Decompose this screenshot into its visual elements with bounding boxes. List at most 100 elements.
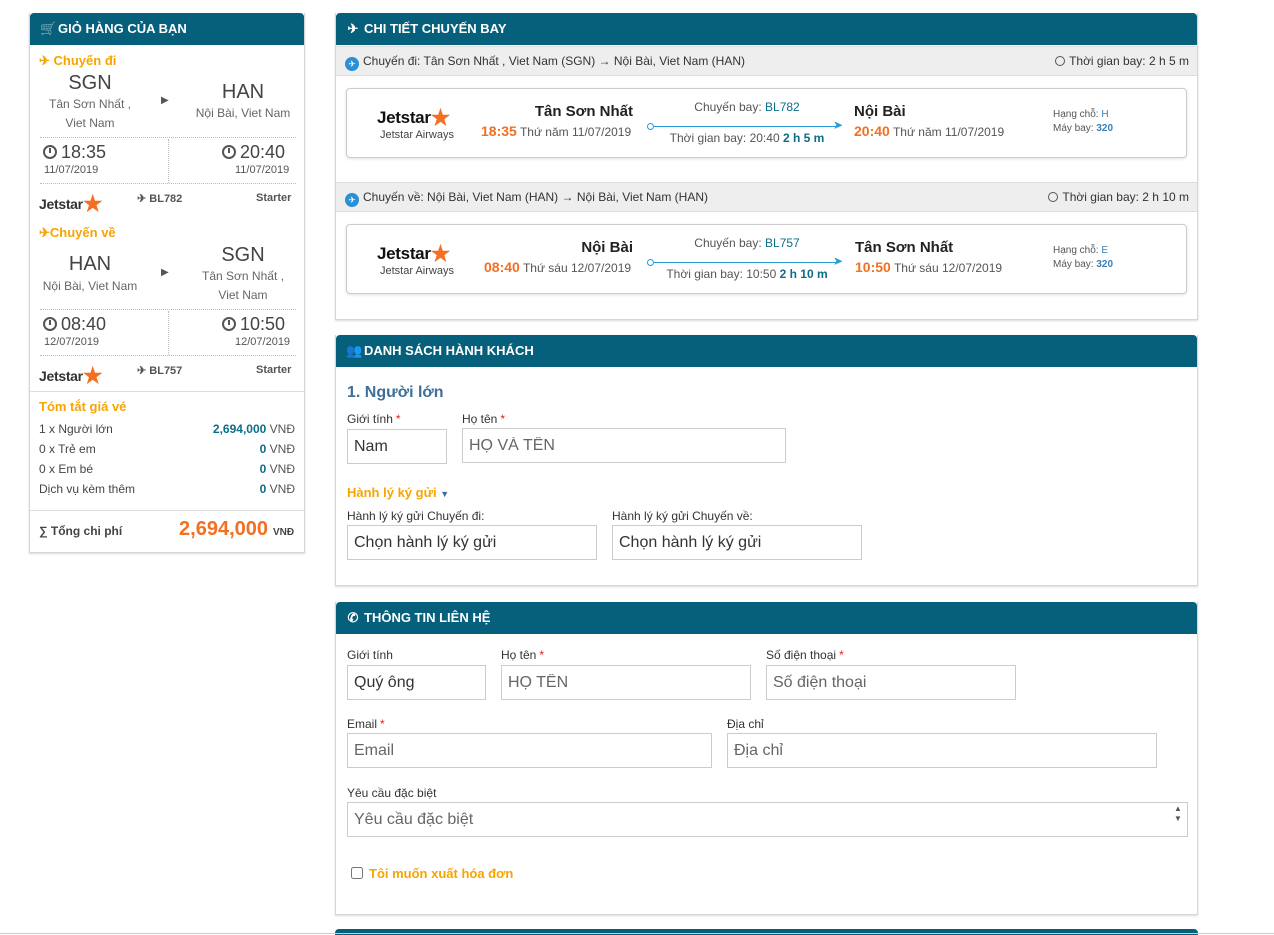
next-panel-header	[335, 929, 1198, 935]
contact-name-input[interactable]	[501, 665, 751, 700]
contact-gender-label: Giới tính	[347, 648, 393, 662]
fare-row-label: Dịch vụ kèm thêm	[39, 482, 136, 496]
outbound-from-name: Tân Sơn Nhất ,	[49, 97, 131, 111]
return-aircraft: Máy bay: 320	[1053, 259, 1114, 270]
total-amount: 2,694,000	[179, 518, 268, 540]
airline-name: Jetstar Airways	[380, 129, 454, 141]
special-request-label: Yêu cầu đặc biệt	[347, 786, 437, 800]
outbound-class: Hạng chỗ: H	[1053, 109, 1109, 120]
return-route-text: Chuyến về: Nội Bài, Viet Nam (HAN) → Nội…	[363, 190, 708, 204]
fare-summary-row: 0 x Trẻ em 0 VNĐ	[39, 442, 295, 458]
clock-icon	[1048, 192, 1059, 202]
jetstar-logo: Jetstar★	[377, 241, 451, 266]
outbound-arr-city: Nội Bài	[854, 103, 906, 120]
baggage-out-select[interactable]	[347, 525, 597, 560]
baggage-out-label: Hành lý ký gửi Chuyến đi:	[347, 509, 485, 523]
phone-input[interactable]	[766, 665, 1016, 700]
baggage-ret-select[interactable]	[612, 525, 862, 560]
gender-select[interactable]	[347, 429, 447, 464]
fare-summary-title: Tóm tắt giá vé	[39, 399, 127, 414]
jetstar-logo: Jetstar★	[39, 191, 103, 216]
passengers-header: 👥 DANH SÁCH HÀNH KHÁCH	[336, 335, 1197, 367]
outbound-arr-time: 20:40 Thứ năm 11/07/2019	[854, 123, 1005, 139]
fare-summary-row: 0 x Em bé 0 VNĐ	[39, 462, 295, 478]
outbound-dep-time: 18:35	[43, 142, 106, 163]
plane-icon: ✈	[137, 365, 147, 377]
plane-circle-icon: ✈	[345, 57, 359, 71]
clock-icon	[222, 145, 236, 159]
return-flight-no: Chuyến bay: BL757	[694, 236, 800, 250]
fare-row-amount: 0 VNĐ	[259, 442, 295, 456]
flight-detail-panel: ✈ CHI TIẾT CHUYẾN BAY ✈ Chuyến đi: Tân Sơn…	[335, 13, 1198, 320]
return-to-country: Viet Nam	[218, 288, 268, 302]
return-flight-card: Jetstar★ Jetstar Airways Nội Bài 08:40 T…	[346, 224, 1187, 294]
outbound-arr-date: 11/07/2019	[235, 164, 290, 176]
return-duration-header: Thời gian bay: 2 h 10 m	[1062, 190, 1189, 204]
return-fare: Starter	[256, 364, 292, 376]
return-duration: Thời gian bay: 10:50 2 h 10 m	[666, 267, 828, 281]
phone-icon: ✆	[347, 610, 359, 625]
baggage-toggle[interactable]: Hành lý ký gửi ▼	[347, 485, 449, 500]
star-icon: ★	[430, 241, 451, 266]
divider	[168, 139, 169, 183]
invoice-label[interactable]: Tôi muốn xuất hóa đơn	[369, 866, 513, 881]
email-label: Email *	[347, 717, 385, 731]
return-from-code: HAN	[68, 253, 112, 275]
return-segment-header: ✈ Chuyến về: Nội Bài, Viet Nam (HAN) → Nộ…	[336, 182, 1197, 212]
passengers-panel: 👥 DANH SÁCH HÀNH KHÁCH 1. Người lớn Giới …	[335, 335, 1198, 586]
outbound-from-code: SGN	[68, 72, 112, 94]
outbound-dep-date: 11/07/2019	[44, 164, 99, 176]
cart-title: GIỎ HÀNG CỦA BẠN	[58, 21, 187, 36]
plane-icon: ✈	[39, 53, 50, 68]
contact-header: ✆ THÔNG TIN LIÊN HỆ	[336, 602, 1197, 634]
fare-row-amount: 0 VNĐ	[259, 482, 295, 496]
contact-name-label: Họ tên *	[501, 648, 545, 662]
spin-arrows-icon[interactable]: ▲ ▼	[1170, 804, 1186, 835]
name-input[interactable]	[462, 428, 786, 463]
return-from-name: Nội Bài, Viet Nam	[42, 279, 138, 293]
outbound-route-text: Chuyến đi: Tân Sơn Nhất , Viet Nam (SGN)…	[363, 54, 746, 68]
fare-row-label: 1 x Người lớn	[39, 422, 113, 436]
return-dep-date: 12/07/2019	[44, 336, 100, 348]
return-flight-no: ✈ BL757	[137, 365, 183, 377]
divider	[168, 311, 169, 355]
return-label: ✈Chuyến về	[39, 225, 116, 240]
fare-row-label: 0 x Trẻ em	[39, 442, 96, 456]
invoice-checkbox[interactable]	[351, 867, 363, 879]
outbound-arr-time: 20:40	[222, 142, 285, 163]
clock-icon	[222, 317, 236, 331]
plane-icon: ✈	[137, 193, 147, 205]
gender-label: Giới tính *	[347, 412, 401, 426]
fare-row-amount: 0 VNĐ	[259, 462, 295, 476]
return-arr-time: 10:50	[222, 314, 285, 335]
special-request-textarea[interactable]	[347, 802, 1188, 837]
total-label: ∑ Tổng chi phí	[39, 524, 123, 538]
contact-gender-select[interactable]	[347, 665, 486, 700]
return-to-code: SGN	[221, 244, 265, 266]
divider	[40, 355, 296, 356]
outbound-flight-card: Jetstar★ Jetstar Airways Tân Sơn Nhất 18…	[346, 88, 1187, 158]
plane-icon: ✈	[347, 21, 359, 36]
name-label: Họ tên *	[462, 412, 506, 426]
page-divider	[0, 933, 1274, 934]
address-label: Địa chỉ	[727, 717, 764, 731]
return-arr-date: 12/07/2019	[235, 336, 291, 348]
divider	[40, 137, 296, 138]
plane-icon: ✈	[39, 225, 50, 240]
phone-label: Số điện thoại *	[766, 648, 844, 662]
divider	[30, 510, 304, 511]
address-input[interactable]	[727, 733, 1157, 768]
outbound-duration-header: Thời gian bay: 2 h 5 m	[1069, 54, 1189, 68]
baggage-ret-label: Hành lý ký gửi Chuyến về:	[612, 509, 753, 523]
jetstar-logo: Jetstar★	[377, 105, 451, 130]
contact-panel: ✆THÔNG TIN LIÊN HỆ Giới tính Họ tên* Số …	[335, 602, 1198, 915]
email-input[interactable]	[347, 733, 712, 768]
clock-icon	[43, 317, 57, 331]
clock-icon	[1055, 56, 1066, 66]
outbound-fare: Starter	[256, 192, 292, 204]
outbound-dep-city: Tân Sơn Nhất	[534, 103, 633, 120]
cart-header: 🛒 GIỎ HÀNG CỦA BẠN	[30, 13, 304, 45]
outbound-to-name: Nội Bài, Viet Nam	[195, 106, 291, 120]
return-arr-city: Tân Sơn Nhất	[855, 239, 954, 256]
return-class: Hạng chỗ: E	[1053, 245, 1109, 256]
